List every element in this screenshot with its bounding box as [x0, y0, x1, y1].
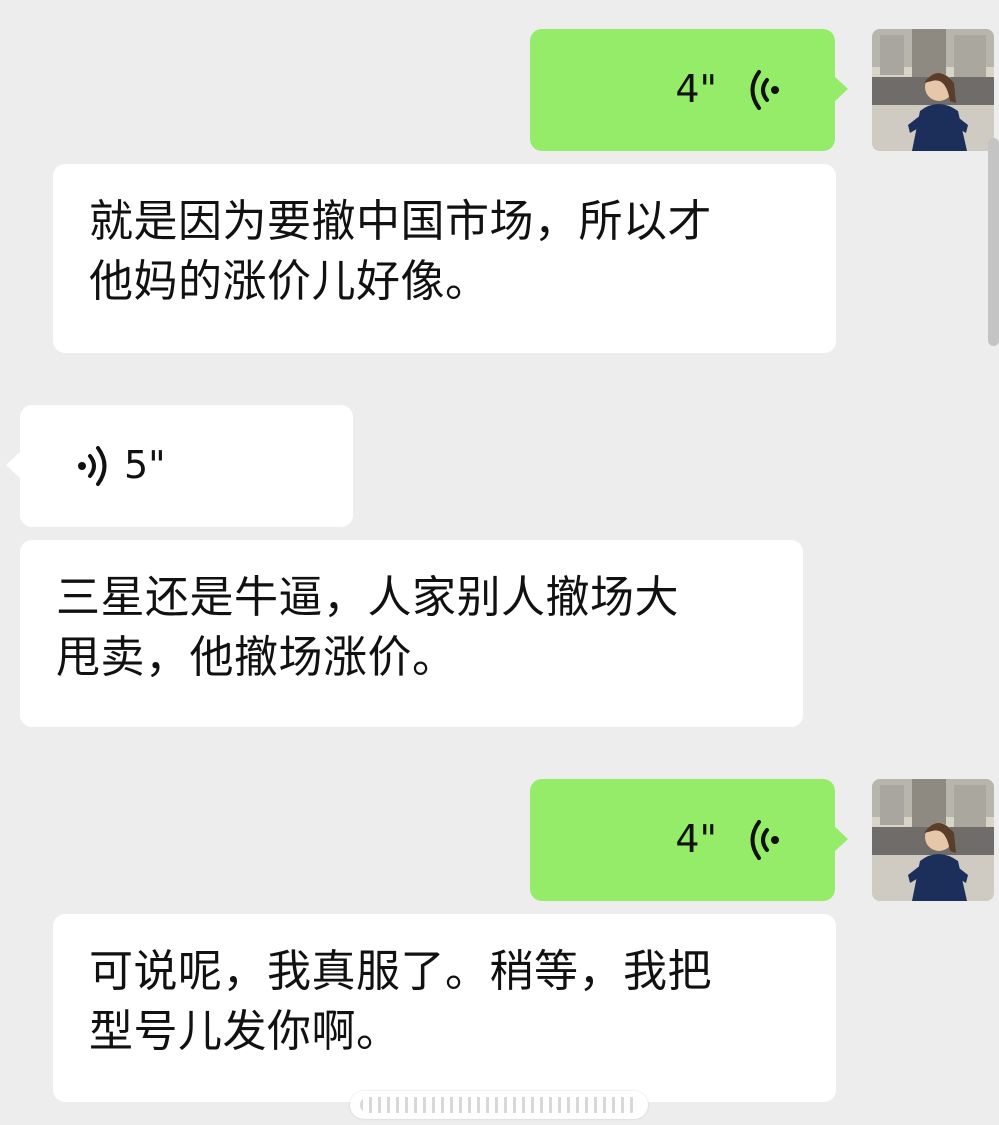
voice-transcript: 三星还是牛逼，人家别人撤场大 甩卖，他撤场涨价。: [20, 540, 803, 727]
watermark-mark: [360, 1097, 638, 1113]
user-avatar[interactable]: [872, 29, 994, 151]
voice-transcript: 就是因为要撤中国市场，所以才 他妈的涨价儿好像。: [53, 164, 836, 353]
voice-duration: 4": [675, 817, 717, 861]
chat-area: 4" 就是因为要撤中国市场，所以才 他妈的涨价儿好像。 5" 三星还是牛逼，人家…: [0, 0, 999, 1125]
voice-wave-icon: [750, 70, 779, 110]
voice-duration: 4": [675, 67, 717, 111]
voice-wave-icon: [750, 820, 779, 860]
user-avatar[interactable]: [872, 779, 994, 901]
watermark: [350, 1091, 648, 1119]
voice-message-outgoing[interactable]: 4": [530, 29, 848, 151]
voice-transcript: 可说呢，我真服了。稍等，我把 型号儿发你啊。: [53, 914, 836, 1102]
voice-message-outgoing[interactable]: 4": [530, 779, 848, 901]
voice-wave-icon: [78, 446, 107, 486]
scrollbar[interactable]: [988, 138, 999, 346]
voice-duration: 5": [124, 443, 166, 487]
voice-message-incoming[interactable]: 5": [6, 405, 353, 527]
